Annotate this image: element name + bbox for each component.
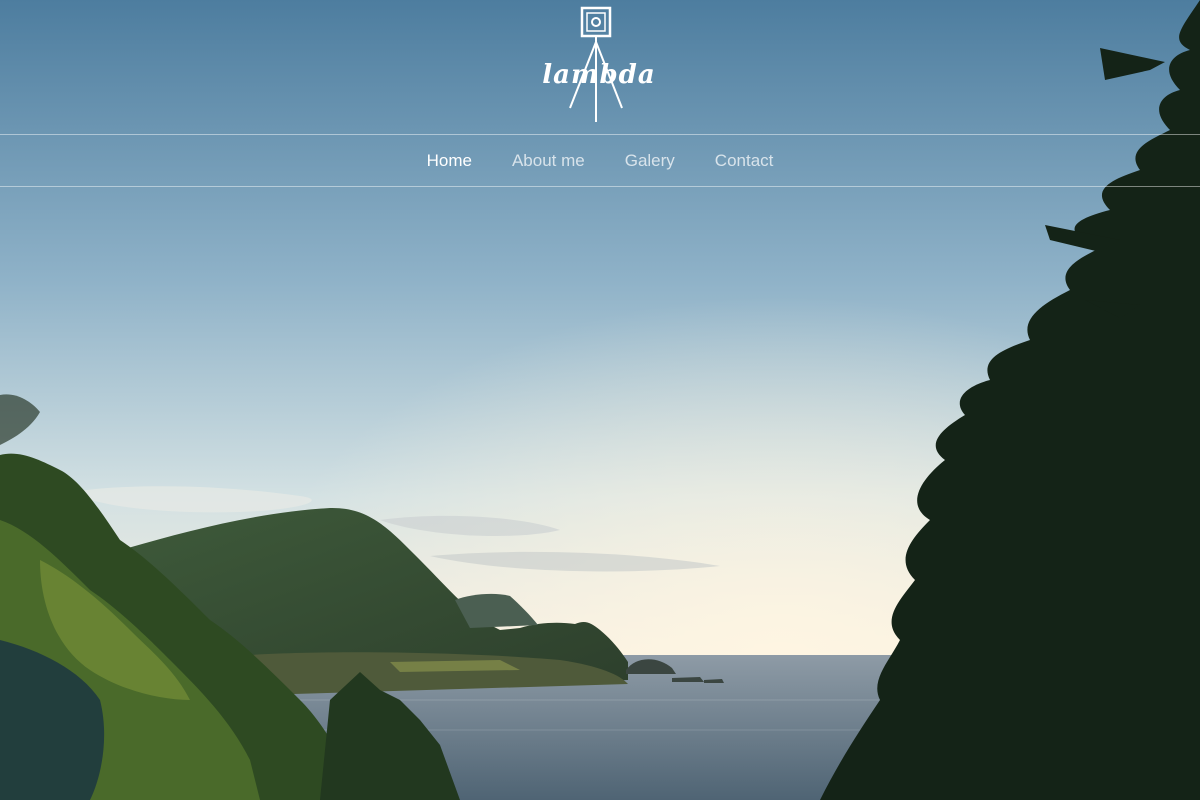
main-nav: Home About me Galery Contact (0, 135, 1200, 186)
nav-item-about[interactable]: About me (492, 151, 605, 171)
brand-logo[interactable]: lambda (534, 4, 664, 126)
nav-item-home[interactable]: Home (407, 151, 492, 171)
brand-name: lambda (542, 60, 656, 90)
nav-item-contact[interactable]: Contact (695, 151, 794, 171)
site-header: lambda Home About me Galery Contact (0, 0, 1200, 187)
nav-divider-bottom (0, 186, 1200, 187)
nav-item-galery[interactable]: Galery (605, 151, 695, 171)
